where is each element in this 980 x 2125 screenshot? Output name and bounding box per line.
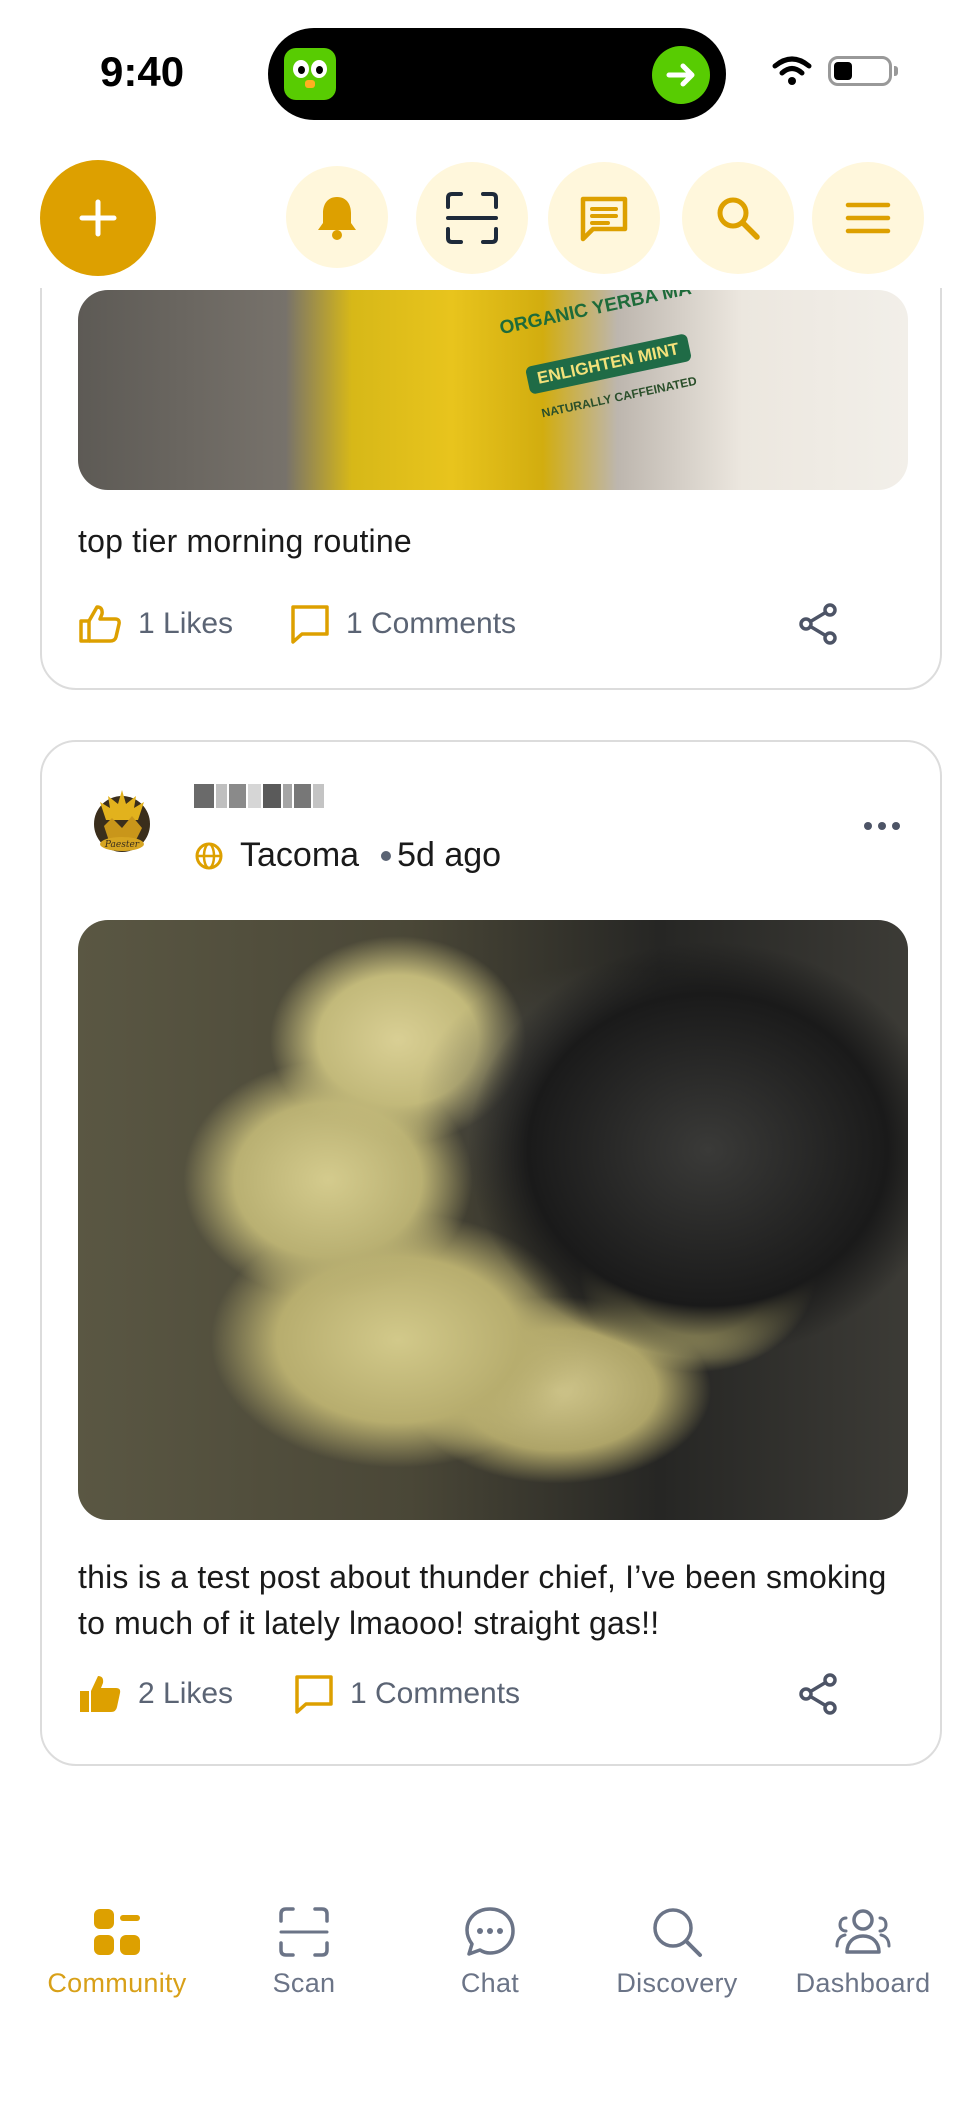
likes-count: 1 Likes [138,607,234,640]
share-button[interactable] [798,1670,854,1718]
more-options-button[interactable] [864,822,900,830]
status-time: 9:40 [100,48,185,95]
messages-button[interactable] [548,162,660,274]
avatar[interactable]: Paester [86,782,158,862]
dashboard-icon [835,1909,891,1954]
like-button[interactable]: 2 Likes [78,1670,233,1718]
comment-button[interactable]: 1 Comments [290,600,516,648]
comments-count: 1 Comments [350,1677,521,1710]
thumbs-up-filled-icon [80,1676,121,1712]
nav-scan[interactable]: Scan [211,1906,397,1999]
like-button[interactable]: 1 Likes [78,600,233,648]
post-image[interactable] [78,920,908,1520]
wifi-icon [772,56,812,91]
post-location[interactable]: Tacoma [240,836,359,875]
search-icon [717,197,760,240]
dynamic-island [268,28,726,120]
post-actions: 2 Likes 1 Comments [78,1670,908,1718]
nav-label: Dashboard [795,1968,931,1998]
battery-icon [828,56,898,86]
notifications-button[interactable] [286,166,388,268]
nav-label: Scan [272,1968,336,1998]
search-button[interactable] [682,162,794,274]
nav-dashboard[interactable]: Dashboard [770,1906,956,1999]
nav-community[interactable]: Community [24,1906,210,1999]
nav-label: Discovery [616,1968,738,1998]
arrow-right-icon[interactable] [652,46,710,104]
post-card: Paester Tacoma 5d ago this is a test pos… [40,740,942,1766]
scan-button[interactable] [416,162,528,274]
dot-icon [892,822,900,830]
duolingo-app-icon[interactable] [284,48,336,100]
post-image[interactable]: ORGANIC YERBA MA ENLIGHTEN MINT NATURALL… [78,290,908,490]
post-meta: Tacoma 5d ago [194,836,501,875]
community-icon [94,1909,140,1955]
comments-count: 1 Comments [346,607,517,640]
separator-dot [381,850,392,861]
add-post-button[interactable] [40,160,156,276]
discovery-icon [653,1908,702,1957]
nav-chat[interactable]: Chat [397,1906,583,1999]
post-caption: top tier morning routine [78,523,412,559]
nav-label: Community [47,1968,187,1998]
post-actions: 1 Likes 1 Comments [78,600,908,648]
comment-button[interactable]: 1 Comments [294,1670,520,1718]
svg-text:Paester: Paester [104,840,140,850]
share-icon [799,1673,837,1715]
scan-icon [446,192,498,244]
post-time: 5d ago [397,836,502,874]
can-label: ORGANIC YERBA MA [497,290,694,340]
scan-icon [279,1907,329,1957]
message-icon [580,196,628,242]
nav-discovery[interactable]: Discovery [584,1906,770,1999]
username-redacted [194,784,324,812]
share-icon [799,603,837,645]
thumbs-up-icon [79,605,121,643]
share-button[interactable] [798,600,854,648]
post-caption: this is a test post about thunder chief,… [78,1559,887,1641]
dot-icon [878,822,886,830]
bottom-nav: Community Scan Chat Discovery Dashboard [0,1880,980,2030]
globe-icon [195,842,223,869]
menu-icon [845,202,891,234]
bell-icon [318,197,356,240]
dot-icon [864,822,872,830]
comment-icon [291,605,329,644]
status-bar: 9:40 [0,0,980,140]
nav-label: Chat [460,1968,520,1998]
comment-icon [295,1675,333,1714]
plus-icon [79,199,117,237]
menu-button[interactable] [812,162,924,274]
chat-icon [465,1907,515,1956]
top-action-bar [0,140,980,288]
likes-count: 2 Likes [138,1677,234,1710]
